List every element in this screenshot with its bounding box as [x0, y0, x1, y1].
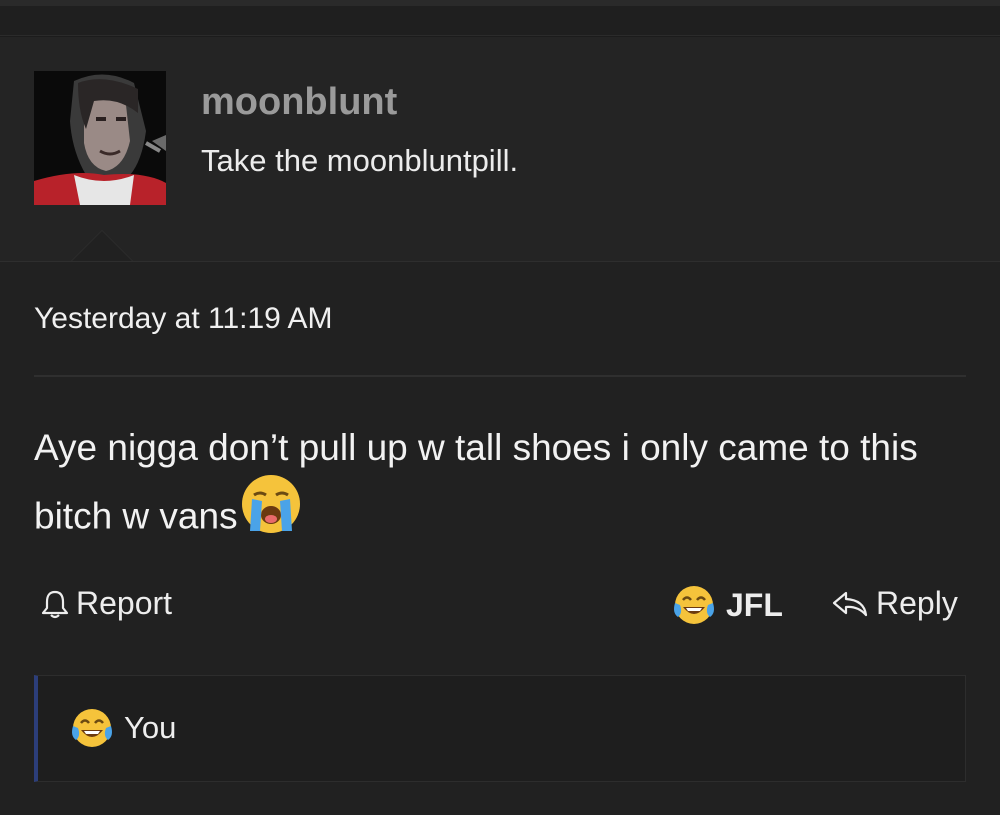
post-actions: Report JFL Reply	[0, 573, 1000, 633]
message-pointer	[72, 231, 132, 261]
message-text: Aye nigga don’t pull up w tall shoes i o…	[34, 427, 918, 537]
reply-arrow-icon	[832, 591, 868, 616]
user-block: moonblunt Take the moonbluntpill.	[0, 37, 1000, 262]
reactions-bar[interactable]: You	[34, 675, 966, 782]
react-button[interactable]: JFL	[672, 583, 783, 627]
react-label: JFL	[726, 586, 783, 623]
post-timestamp[interactable]: Yesterday at 11:19 AM	[34, 302, 333, 336]
loudly-crying-face-icon	[240, 473, 302, 556]
reply-button[interactable]: Reply	[830, 585, 958, 622]
user-title: Take the moonbluntpill.	[201, 143, 519, 178]
username[interactable]: moonblunt	[201, 81, 397, 124]
report-label: Report	[76, 585, 173, 621]
bell-icon	[41, 590, 69, 618]
reaction-summary[interactable]: You	[70, 706, 176, 750]
reply-label: Reply	[876, 585, 958, 621]
reaction-summary-label: You	[124, 710, 177, 745]
tears-of-joy-icon	[72, 709, 112, 747]
message-body: Aye nigga don’t pull up w tall shoes i o…	[34, 415, 974, 556]
divider	[34, 375, 966, 377]
avatar[interactable]	[34, 71, 166, 205]
report-button[interactable]: Report	[40, 585, 172, 622]
forum-post: moonblunt Take the moonbluntpill. Yester…	[0, 37, 1000, 815]
avatar-image	[34, 71, 166, 205]
top-strip	[0, 0, 1000, 36]
tears-of-joy-icon	[674, 586, 714, 624]
